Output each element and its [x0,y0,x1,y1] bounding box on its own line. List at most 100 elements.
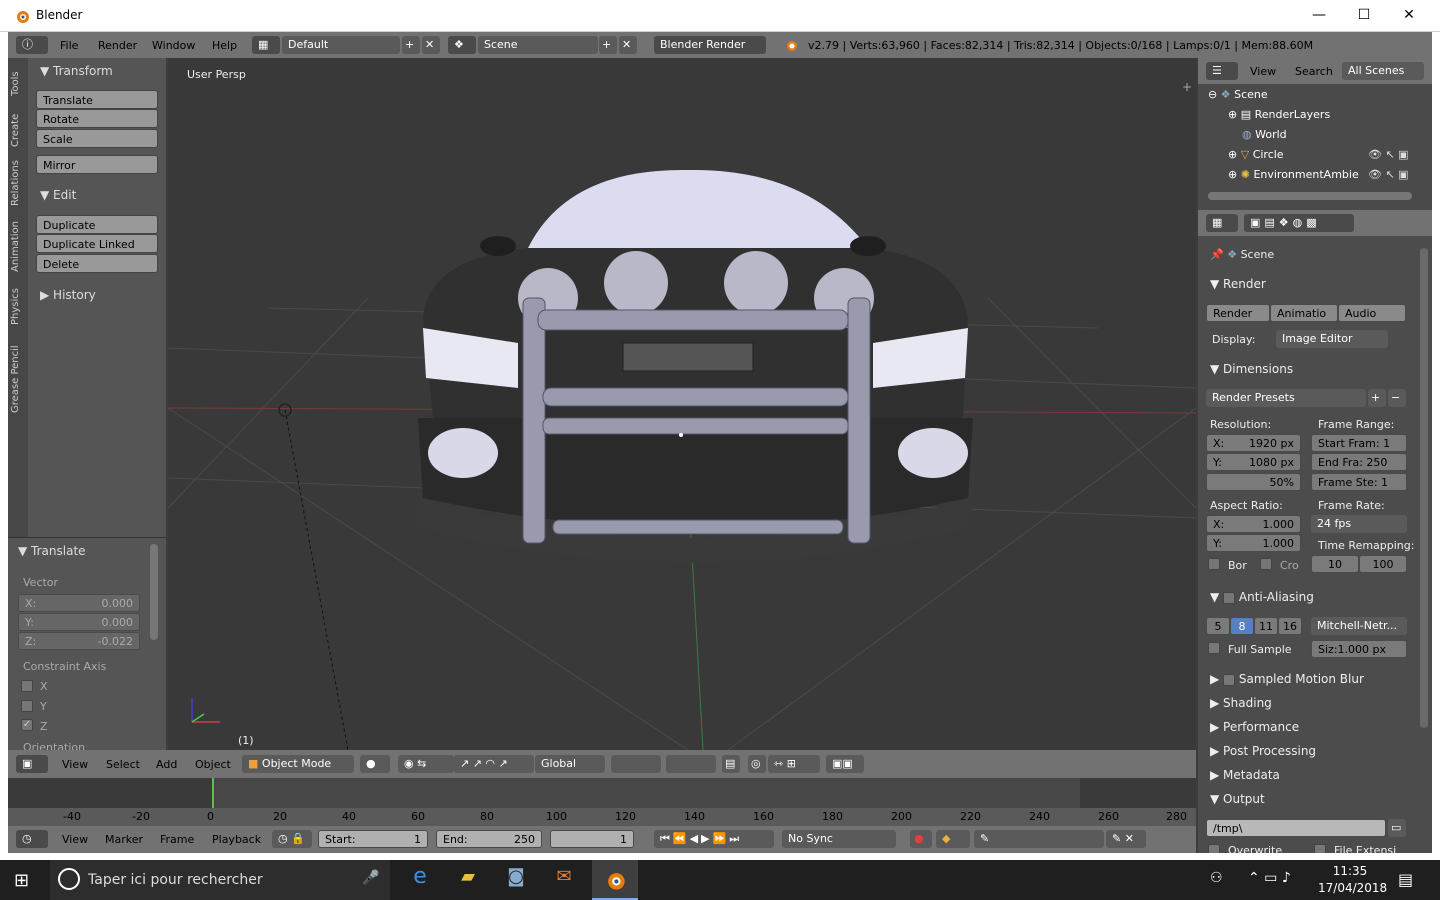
layout-field[interactable]: Default [282,36,400,54]
layer-buttons-2[interactable] [666,755,716,773]
border-checkbox[interactable] [1208,558,1220,570]
current-frame-field[interactable]: 1 [550,830,634,848]
output-path-field[interactable]: /tmp\ [1206,819,1386,837]
duplicate-button[interactable]: Duplicate [36,215,158,234]
remove-layout-icon[interactable]: ✕ [422,36,440,54]
properties-editor-type-icon[interactable]: ▦ [1206,214,1238,232]
outliner-hscrollbar[interactable] [1208,192,1412,200]
vector-z-field[interactable]: Z: -0.022 [18,632,140,650]
outliner-search-menu[interactable]: Search [1295,65,1333,78]
manipulator-buttons[interactable]: ↗ ↗ ◠ ↗ [454,755,534,773]
visibility-icons-env[interactable]: 👁 ↖ ▣ [1368,168,1409,181]
orientation-select[interactable]: Global [535,755,605,773]
add-layout-icon[interactable]: + [402,36,420,54]
remap-new-field[interactable]: 100 [1359,555,1407,573]
transform-panel-header[interactable]: ▼ Transform [40,64,113,78]
metadata-panel-header[interactable]: ▶ Metadata [1210,768,1280,782]
edge-icon[interactable]: e [400,864,440,896]
remove-scene-icon[interactable]: ✕ [619,36,637,54]
windows-start-icon[interactable]: ⊞ [14,870,29,891]
aa-checkbox[interactable] [1223,591,1236,604]
mode-select[interactable]: ■ Object Mode [242,755,354,773]
3d-viewport[interactable]: User Persp (1) + [168,58,1196,750]
maximize-button[interactable]: ☐ [1341,0,1387,31]
display-select[interactable]: Image Editor [1276,330,1388,348]
tab-grease-pencil[interactable]: Grease Pencil [10,338,26,420]
filter-size-field[interactable]: Siz:1.000 px [1311,640,1407,658]
timeline[interactable]: -40 -20 0 20 40 60 80 100 120 140 160 18… [8,778,1196,853]
edit-panel-header[interactable]: ▼ Edit [40,188,76,202]
layer-buttons-1[interactable] [611,755,661,773]
frame-step-prop[interactable]: Frame Ste: 1 [1311,473,1407,491]
playhead[interactable] [212,778,214,808]
outliner-item-scene[interactable]: ⊖ ❖ Scene [1208,88,1268,101]
close-button[interactable]: ✕ [1386,0,1432,31]
mail-icon[interactable]: ✉ [544,866,584,898]
render-icons[interactable]: ▣▣ [826,755,864,773]
remove-preset-icon[interactable]: − [1388,389,1406,407]
file-extension-checkbox[interactable] [1314,844,1326,853]
snap-select[interactable]: ⇿ ⊞ [768,755,820,773]
performance-panel-header[interactable]: ▶ Performance [1210,720,1299,734]
menu-file[interactable]: File [60,39,78,52]
outliner-filter-select[interactable]: All Scenes [1342,62,1424,80]
sync-select[interactable]: No Sync [782,830,896,848]
start-frame-field[interactable]: Start: 1 [318,830,428,848]
marker-menu[interactable]: Marker [105,833,143,846]
taskbar-blender-app[interactable] [592,860,638,900]
output-panel-header[interactable]: ▼ Output [1210,792,1265,806]
outliner-item-renderlayers[interactable]: ⊕ ▤ RenderLayers [1228,108,1330,121]
res-y-field[interactable]: Y: 1080 px [1206,453,1301,471]
record-icon[interactable]: ● [910,830,932,848]
aspect-y-field[interactable]: Y: 1.000 [1206,534,1301,552]
crop-checkbox[interactable] [1260,558,1272,570]
scale-button[interactable]: Scale [36,129,158,148]
timeline-view-menu[interactable]: View [62,833,88,846]
vector-y-field[interactable]: Y: 0.000 [18,613,140,631]
delete-button[interactable]: Delete [36,254,158,273]
post-processing-panel-header[interactable]: ▶ Post Processing [1210,744,1316,758]
aa-8[interactable]: 8 [1230,617,1254,635]
minimize-button[interactable]: — [1296,0,1342,31]
motion-blur-panel-header[interactable]: ▶ Sampled Motion Blur [1210,672,1364,686]
tab-relations[interactable]: Relations [10,156,26,210]
dimensions-panel-header[interactable]: ▼ Dimensions [1210,362,1293,376]
aspect-x-field[interactable]: X: 1.000 [1206,515,1301,533]
scene-field[interactable]: Scene [478,36,598,54]
keying-lock-icons[interactable]: ◷ 🔒 [272,830,312,848]
people-icon[interactable]: ⚇ [1210,870,1223,886]
playback-controls[interactable]: ⏮⏪◀▶⏩⏭ [654,830,774,848]
duplicate-linked-button[interactable]: Duplicate Linked [36,234,158,253]
render-engine-select[interactable]: Blender Render [654,36,766,54]
end-frame-field[interactable]: End: 250 [436,830,542,848]
scene-icon[interactable]: ❖ [448,36,476,54]
menu-render[interactable]: Render [98,39,137,52]
end-frame-prop[interactable]: End Fra: 250 [1311,453,1407,471]
motion-blur-checkbox[interactable] [1223,673,1236,686]
lock-layers-icon[interactable]: ▤ [722,755,740,773]
add-preset-icon[interactable]: + [1368,389,1386,407]
microphone-icon[interactable]: 🎤 [362,870,379,886]
aa-5[interactable]: 5 [1206,617,1230,635]
tab-tools[interactable]: Tools [10,64,26,104]
view-menu[interactable]: View [62,758,88,771]
rotate-button[interactable]: Rotate [36,109,158,128]
audio-button[interactable]: Audio [1338,304,1406,322]
editor-type-icon[interactable]: ⓘ [16,36,48,54]
add-menu[interactable]: Add [156,758,177,771]
outliner-view-menu[interactable]: View [1250,65,1276,78]
visibility-icons-circle[interactable]: 👁 ↖ ▣ [1368,148,1409,161]
tab-create[interactable]: Create [10,108,26,152]
render-button[interactable]: Render [1206,304,1270,322]
timeline-editor-type-icon[interactable]: ◷ [16,830,48,848]
add-scene-icon[interactable]: + [599,36,617,54]
res-x-field[interactable]: X: 1920 px [1206,434,1301,452]
full-sample-checkbox[interactable] [1208,642,1220,654]
properties-scrollbar[interactable] [1420,248,1428,728]
outliner-item-environment[interactable]: ⊕ ✺ EnvironmentAmbie [1228,168,1359,181]
operator-title[interactable]: ▼ Translate [18,544,86,558]
taskbar-search-box[interactable]: Taper ici pour rechercher 🎤 [50,860,390,900]
anti-aliasing-panel-header[interactable]: ▼ Anti-Aliasing [1210,590,1314,604]
aa-11[interactable]: 11 [1254,617,1278,635]
overwrite-checkbox[interactable] [1208,844,1220,853]
